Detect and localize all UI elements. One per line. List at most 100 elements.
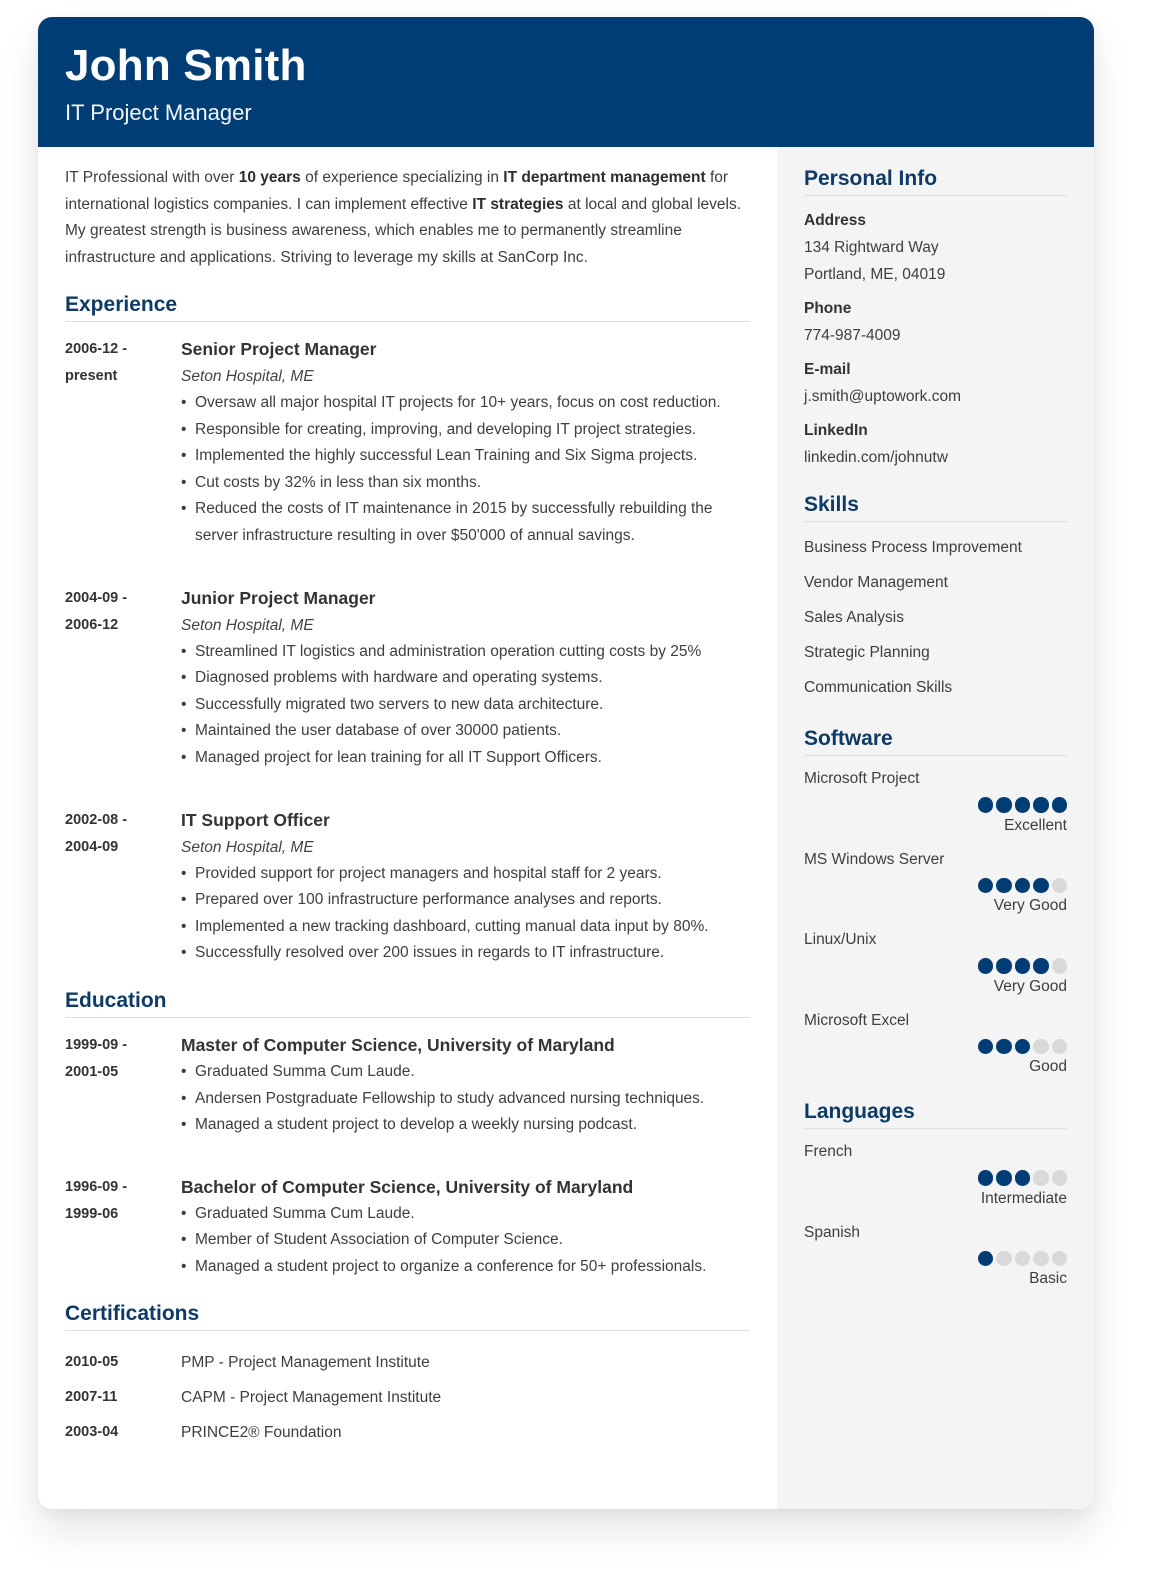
skills-list: Business Process Improvement Vendor Manag… (804, 530, 1067, 705)
section-title-education: Education (65, 989, 750, 1018)
responsibility-item: Successfully resolved over 200 issues in… (181, 940, 750, 967)
rating-dot-empty-icon (1014, 1250, 1030, 1266)
responsibility-item: Responsible for creating, improving, and… (181, 417, 750, 444)
rating-dot-filled-icon (996, 1170, 1012, 1186)
date-end: 1999-06 (65, 1205, 119, 1222)
rating-dot-empty-icon (1051, 958, 1067, 974)
rating-dot-filled-icon (1051, 797, 1067, 813)
achievement-item: Member of Student Association of Compute… (181, 1227, 750, 1254)
summary-highlight: IT strategies (472, 195, 564, 213)
date-end: 2001-05 (65, 1063, 119, 1080)
summary-text: of experience specializing in (300, 169, 504, 186)
summary-text: IT Professional with over (65, 169, 239, 186)
rating-dot-filled-icon (977, 1170, 993, 1186)
software-list: Microsoft Project Excellent MS Windows Ser… (804, 768, 1067, 1078)
certifications-section: Certifications 2010-05 PMP - Project Mana… (65, 1302, 750, 1450)
date-start: 2006-12 - (65, 341, 128, 357)
rating-dot-filled-icon (1014, 1038, 1030, 1054)
certifications-list: 2010-05 PMP - Project Management Institut… (65, 1345, 750, 1450)
software-item: Microsoft Project Excellent (804, 768, 1067, 837)
rating-dot-empty-icon (1033, 1250, 1049, 1266)
email-value[interactable]: j.smith@uptowork.com (804, 383, 1067, 410)
personal-info-section: Personal Info Address 134 Rightward Way … (804, 167, 1067, 471)
rating-dot-filled-icon (1014, 877, 1030, 893)
phone-label: Phone (804, 300, 852, 317)
software-section: Software Microsoft Project Excellent MS Wi… (804, 727, 1067, 1078)
certification-name: PMP - Project Management Institute (181, 1354, 430, 1372)
education-entry: 1996-09 - 1999-06 Bachelor of Computer Sci… (65, 1174, 750, 1281)
rating-dots (804, 1170, 1067, 1186)
date-start: 1999-09 - (65, 1036, 128, 1053)
achievement-item: Graduated Summa Cum Laude. (181, 1201, 750, 1228)
section-title-skills: Skills (804, 493, 1067, 522)
achievement-item: Andersen Postgraduate Fellowship to stud… (181, 1086, 750, 1113)
responsibility-item: Streamlined IT logistics and administrat… (181, 639, 750, 666)
language-item-name: French (804, 1143, 853, 1160)
responsibility-item: Prepared over 100 infrastructure perform… (181, 887, 750, 914)
rating-dot-filled-icon (1014, 1170, 1030, 1186)
rating-dot-filled-icon (1033, 877, 1049, 893)
degree-title: Bachelor of Computer Science, University… (181, 1176, 634, 1197)
rating-dot-filled-icon (977, 797, 993, 813)
rating-dot-filled-icon (977, 1038, 993, 1054)
experience-entry: 2006-12 - present Senior Project Manager Se… (65, 336, 750, 550)
section-title-languages: Languages (804, 1100, 1067, 1129)
linkedin-group: LinkedIn linkedin.com/johnutw (804, 418, 1067, 471)
certification-name: CAPM - Project Management Institute (181, 1389, 442, 1407)
company-name: Seton Hospital, ME (181, 616, 314, 634)
date-start: 2004-09 - (65, 589, 128, 606)
rating-dots (804, 958, 1067, 974)
rating-dots (804, 797, 1067, 813)
rating-dot-empty-icon (1051, 877, 1067, 893)
section-title-certifications: Certifications (65, 1302, 750, 1332)
certification-name: PRINCE2® Foundation (181, 1424, 342, 1442)
certification-item: 2010-05 PMP - Project Management Institut… (65, 1345, 750, 1380)
responsibility-list: Streamlined IT logistics and administrat… (181, 639, 750, 772)
date-end: 2004-09 (65, 838, 119, 855)
experience-body: IT Support Officer Seton Hospital, ME Prov… (181, 807, 750, 967)
responsibility-list: Oversaw all major hospital IT projects f… (181, 390, 750, 550)
certification-date: 2010-05 (65, 1354, 119, 1371)
rating-dot-empty-icon (996, 1250, 1012, 1266)
linkedin-value[interactable]: linkedin.com/johnutw (804, 444, 1067, 471)
responsibility-list: Provided support for project managers an… (181, 861, 750, 967)
skill-item: Business Process Improvement (804, 539, 1022, 556)
address-line-1: 134 Rightward Way (804, 239, 939, 256)
resume-header: John Smith IT Project Manager (38, 17, 1094, 147)
rating-dots (804, 1250, 1067, 1266)
experience-body: Senior Project Manager Seton Hospital, ME… (181, 336, 750, 550)
skill-item: Sales Analysis (804, 609, 904, 626)
responsibility-item: Managed project for lean training for al… (181, 745, 750, 772)
software-item-level: Excellent (1004, 816, 1067, 834)
education-date-range: 1999-09 - 2001-05 (65, 1032, 181, 1139)
section-title-software: Software (804, 727, 1067, 756)
rating-dot-filled-icon (977, 958, 993, 974)
language-item-level: Intermediate (980, 1189, 1067, 1207)
date-start: 1996-09 - (65, 1178, 128, 1195)
software-item: Microsoft Excel Good (804, 1010, 1067, 1079)
skill-item: Strategic Planning (804, 644, 930, 661)
phone-value: 774-987-4009 (804, 327, 901, 344)
experience-section: Experience 2006-12 - present Senior Projec… (65, 293, 750, 967)
language-item-level: Basic (1029, 1270, 1067, 1287)
experience-body: Junior Project Manager Seton Hospital, ME… (181, 585, 750, 772)
rating-dot-empty-icon (1051, 1170, 1067, 1186)
job-title: Junior Project Manager (181, 587, 376, 608)
rating-dot-filled-icon (1014, 958, 1030, 974)
achievement-list: Graduated Summa Cum Laude.Member of Stud… (181, 1201, 750, 1281)
achievement-item: Managed a student project to develop a w… (181, 1112, 750, 1139)
achievement-item: Graduated Summa Cum Laude. (181, 1059, 750, 1086)
rating-dots (804, 1038, 1067, 1054)
software-item-name: Linux/Unix (804, 931, 877, 948)
section-title-experience: Experience (65, 293, 750, 322)
section-title-personal-info: Personal Info (804, 167, 1067, 196)
address-group: Address 134 Rightward Way Portland, ME, … (804, 208, 1067, 288)
email-group: E-mail j.smith@uptowork.com (804, 357, 1067, 410)
experience-date-range: 2006-12 - present (65, 336, 181, 550)
job-title: IT Support Officer (181, 809, 330, 830)
date-start: 2002-08 - (65, 811, 128, 828)
software-item-name: Microsoft Excel (804, 1011, 910, 1029)
achievement-list: Graduated Summa Cum Laude.Andersen Postg… (181, 1059, 750, 1139)
language-item: French Intermediate (804, 1141, 1067, 1210)
rating-dot-filled-icon (977, 1250, 993, 1266)
